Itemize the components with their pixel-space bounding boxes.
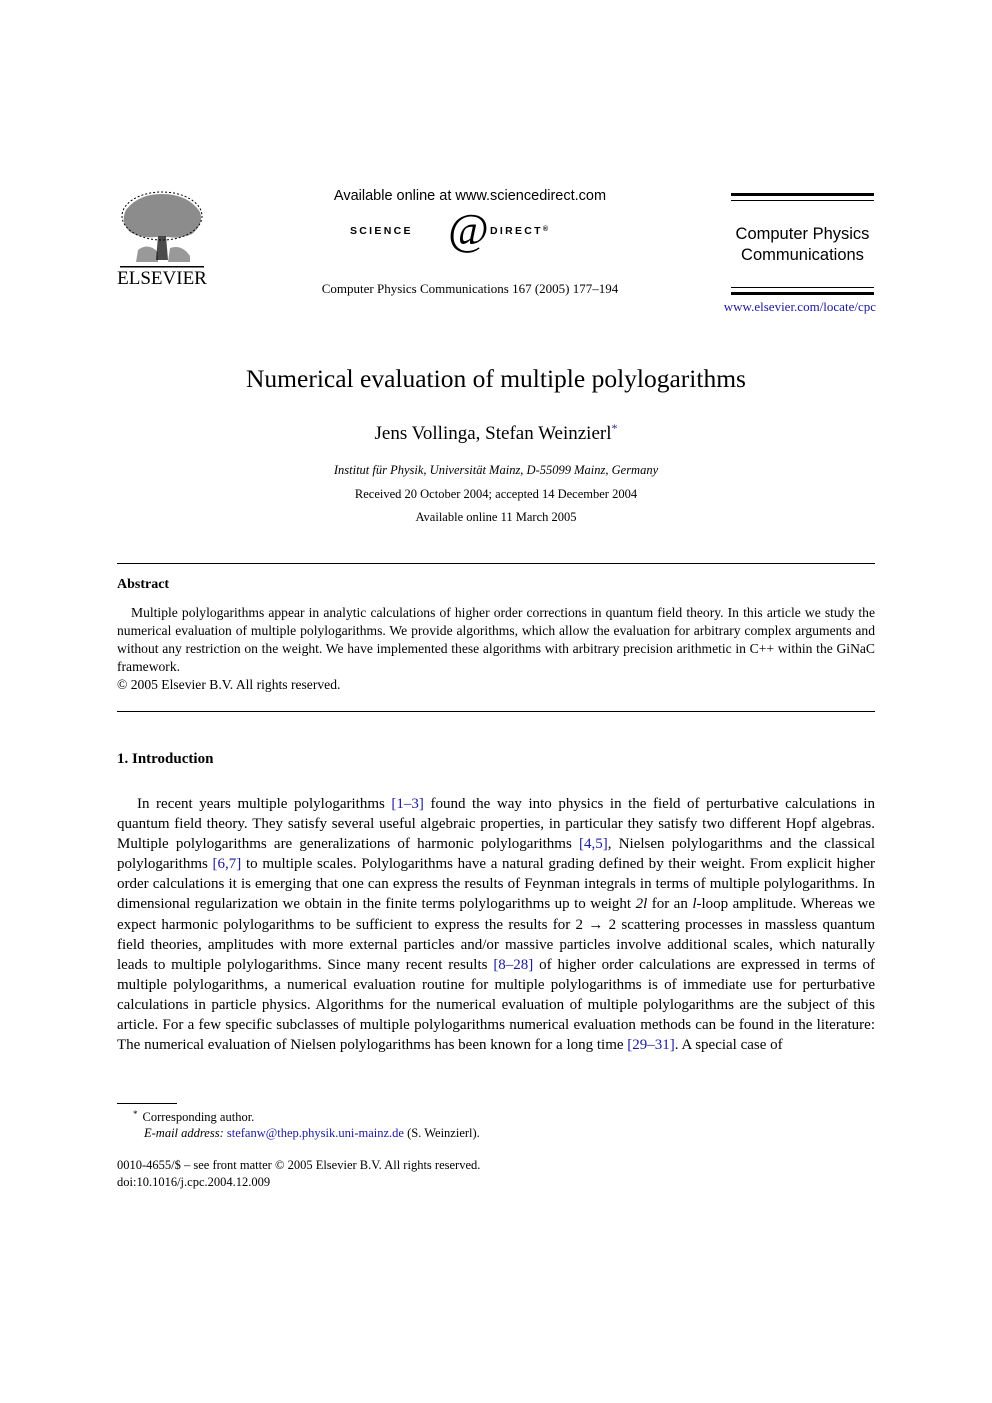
footnote-corresponding-author: * Corresponding author. bbox=[133, 1109, 254, 1125]
introduction-body: In recent years multiple polylogarithms … bbox=[117, 794, 875, 1055]
citation-link[interactable]: [29–31] bbox=[627, 1037, 675, 1053]
abstract-text: Multiple polylogarithms appear in analyt… bbox=[117, 605, 875, 674]
journal-name: Computer Physics Communications bbox=[731, 224, 874, 266]
article-title: Numerical evaluation of multiple polylog… bbox=[246, 364, 746, 393]
corresponding-author-mark[interactable]: * bbox=[612, 421, 618, 435]
section-heading-introduction: 1. Introduction bbox=[117, 751, 214, 767]
elsevier-tree-icon bbox=[120, 191, 204, 268]
front-matter-line: 0010-4655/$ – see front matter © 2005 El… bbox=[117, 1158, 481, 1172]
citation-link[interactable]: [8–28] bbox=[493, 957, 533, 973]
email-link[interactable]: stefanw@thep.physik.uni-mainz.de bbox=[227, 1126, 404, 1140]
journal-rule-top-thin bbox=[731, 200, 874, 201]
email-owner: (S. Weinzierl). bbox=[403, 1126, 480, 1140]
registered-mark: ® bbox=[542, 226, 551, 233]
body-text: In recent years multiple polylogarithms bbox=[137, 796, 392, 812]
abstract-bottom-rule bbox=[117, 711, 875, 712]
footnote-mark: * bbox=[133, 1109, 138, 1119]
citation-link[interactable]: [1–3] bbox=[391, 796, 424, 812]
journal-reference: Computer Physics Communications 167 (200… bbox=[321, 281, 619, 296]
journal-name-line2: Communications bbox=[741, 246, 864, 264]
citation-link[interactable]: [4,5] bbox=[579, 836, 608, 852]
journal-name-line1: Computer Physics bbox=[735, 225, 870, 243]
body-text: for an bbox=[647, 896, 693, 913]
article-authors: Jens Vollinga, Stefan Weinzierl* bbox=[0, 421, 992, 445]
journal-url-link[interactable]: www.elsevier.com/locate/cpc bbox=[700, 299, 876, 315]
available-online-date: Available online 11 March 2005 bbox=[415, 510, 577, 524]
journal-rule-bottom-thick bbox=[731, 292, 874, 295]
sciencedirect-logo: SCIENCE @ DIRECT® bbox=[330, 208, 610, 252]
sciencedirect-science-text: SCIENCE bbox=[350, 225, 413, 237]
journal-box: Computer Physics Communications bbox=[731, 193, 874, 298]
available-online-text[interactable]: Available online at www.sciencedirect.co… bbox=[300, 188, 640, 204]
abstract-heading: Abstract bbox=[117, 577, 170, 592]
doi-line[interactable]: doi:10.1016/j.cpc.2004.12.009 bbox=[117, 1175, 270, 1190]
abstract-top-rule bbox=[117, 563, 875, 564]
citation-link[interactable]: [6,7] bbox=[213, 856, 242, 872]
email-label: E-mail address: bbox=[144, 1126, 224, 1140]
sciencedirect-at-icon: @ bbox=[448, 205, 489, 254]
body-text: . A special case of bbox=[674, 1037, 783, 1054]
journal-rule-top-thick bbox=[731, 193, 874, 196]
introduction-paragraph: In recent years multiple polylogarithms … bbox=[117, 794, 875, 1055]
elsevier-wordmark: ELSEVIER bbox=[117, 268, 207, 289]
abstract-body: Multiple polylogarithms appear in analyt… bbox=[117, 604, 875, 676]
sciencedirect-direct-text: DIRECT® bbox=[490, 225, 550, 237]
elsevier-logo: ELSEVIER bbox=[114, 190, 210, 296]
corresponding-author-label: Corresponding author. bbox=[142, 1110, 255, 1124]
direct-word: DIRECT bbox=[490, 225, 543, 237]
abstract-copyright: © 2005 Elsevier B.V. All rights reserved… bbox=[117, 677, 341, 692]
received-dates: Received 20 October 2004; accepted 14 De… bbox=[354, 487, 638, 501]
journal-rule-bottom-thin bbox=[731, 287, 874, 288]
footnote-email: E-mail address: stefanw@thep.physik.uni-… bbox=[144, 1126, 480, 1141]
author-names: Jens Vollinga, Stefan Weinzierl bbox=[374, 423, 612, 444]
math-variable: 2l bbox=[635, 896, 648, 913]
affiliation: Institut für Physik, Universität Mainz, … bbox=[333, 463, 659, 477]
footnote-rule bbox=[117, 1103, 177, 1104]
